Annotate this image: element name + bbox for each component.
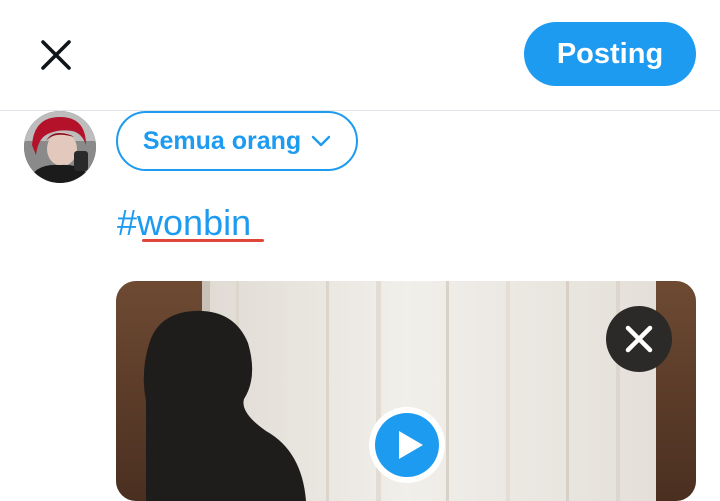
audience-selector[interactable]: Semua orang — [116, 111, 358, 171]
close-icon — [625, 325, 653, 353]
close-icon — [41, 40, 71, 70]
top-bar: Posting — [0, 0, 720, 111]
compose-text[interactable]: #wonbin — [117, 202, 251, 244]
remove-media-button[interactable] — [606, 306, 672, 372]
post-button[interactable]: Posting — [524, 22, 696, 86]
avatar-image — [24, 111, 96, 183]
play-icon — [375, 413, 439, 477]
chevron-down-icon — [311, 135, 331, 147]
spellcheck-underline — [142, 239, 264, 242]
close-button[interactable] — [33, 32, 79, 78]
audience-label: Semua orang — [142, 126, 302, 155]
play-button[interactable] — [369, 407, 445, 483]
avatar[interactable] — [24, 111, 96, 183]
